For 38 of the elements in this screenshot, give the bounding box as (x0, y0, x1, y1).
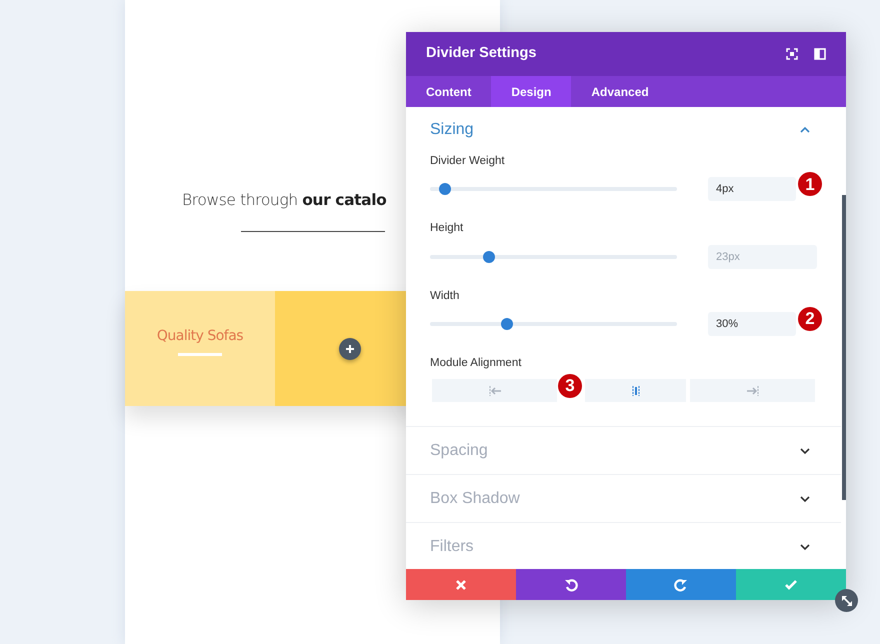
undo-button[interactable] (516, 569, 626, 600)
slider-thumb[interactable] (483, 250, 496, 262)
tab[interactable]: Design (491, 76, 572, 107)
collapse-icon (799, 125, 811, 135)
fullscreen-icon[interactable] (786, 48, 798, 60)
sidebar-icon[interactable] (814, 48, 826, 60)
window-title: Divider Settings (426, 44, 538, 64)
section-header[interactable]: Sizing (406, 107, 841, 153)
redo-icon (674, 578, 688, 592)
resize-handle[interactable] (835, 589, 858, 612)
field-label: Height (430, 221, 464, 236)
expand-icon (799, 446, 811, 456)
scrollbar[interactable] (842, 195, 846, 500)
check-icon (784, 578, 798, 592)
plus-icon (345, 344, 355, 354)
field-label: Module Alignment (430, 356, 522, 371)
tab[interactable]: Content (406, 76, 492, 107)
field-label: Divider Weight (430, 154, 506, 169)
slider-thumb[interactable] (500, 318, 513, 330)
callout-badge: 1 (798, 172, 822, 196)
input-field[interactable]: 23px (708, 244, 817, 268)
resize-icon (840, 594, 852, 606)
input-field[interactable]: 4px (708, 177, 796, 202)
input-field[interactable]: 30% (708, 312, 796, 336)
heading: Browse through our catalo (182, 190, 386, 211)
close-icon (454, 578, 468, 592)
undo-icon (564, 578, 578, 592)
callout-badge: 2 (798, 306, 822, 330)
save-button[interactable] (736, 569, 846, 600)
expand-icon (799, 542, 811, 552)
callout-badge: 3 (558, 374, 582, 398)
field-label: Width (430, 288, 460, 304)
add-button[interactable] (339, 338, 361, 360)
slider-thumb[interactable] (438, 183, 451, 196)
divider-line (178, 352, 222, 356)
tab[interactable]: Advanced (571, 76, 669, 107)
tile-title: Quality Sofas (156, 326, 244, 346)
expand-icon (799, 494, 811, 504)
